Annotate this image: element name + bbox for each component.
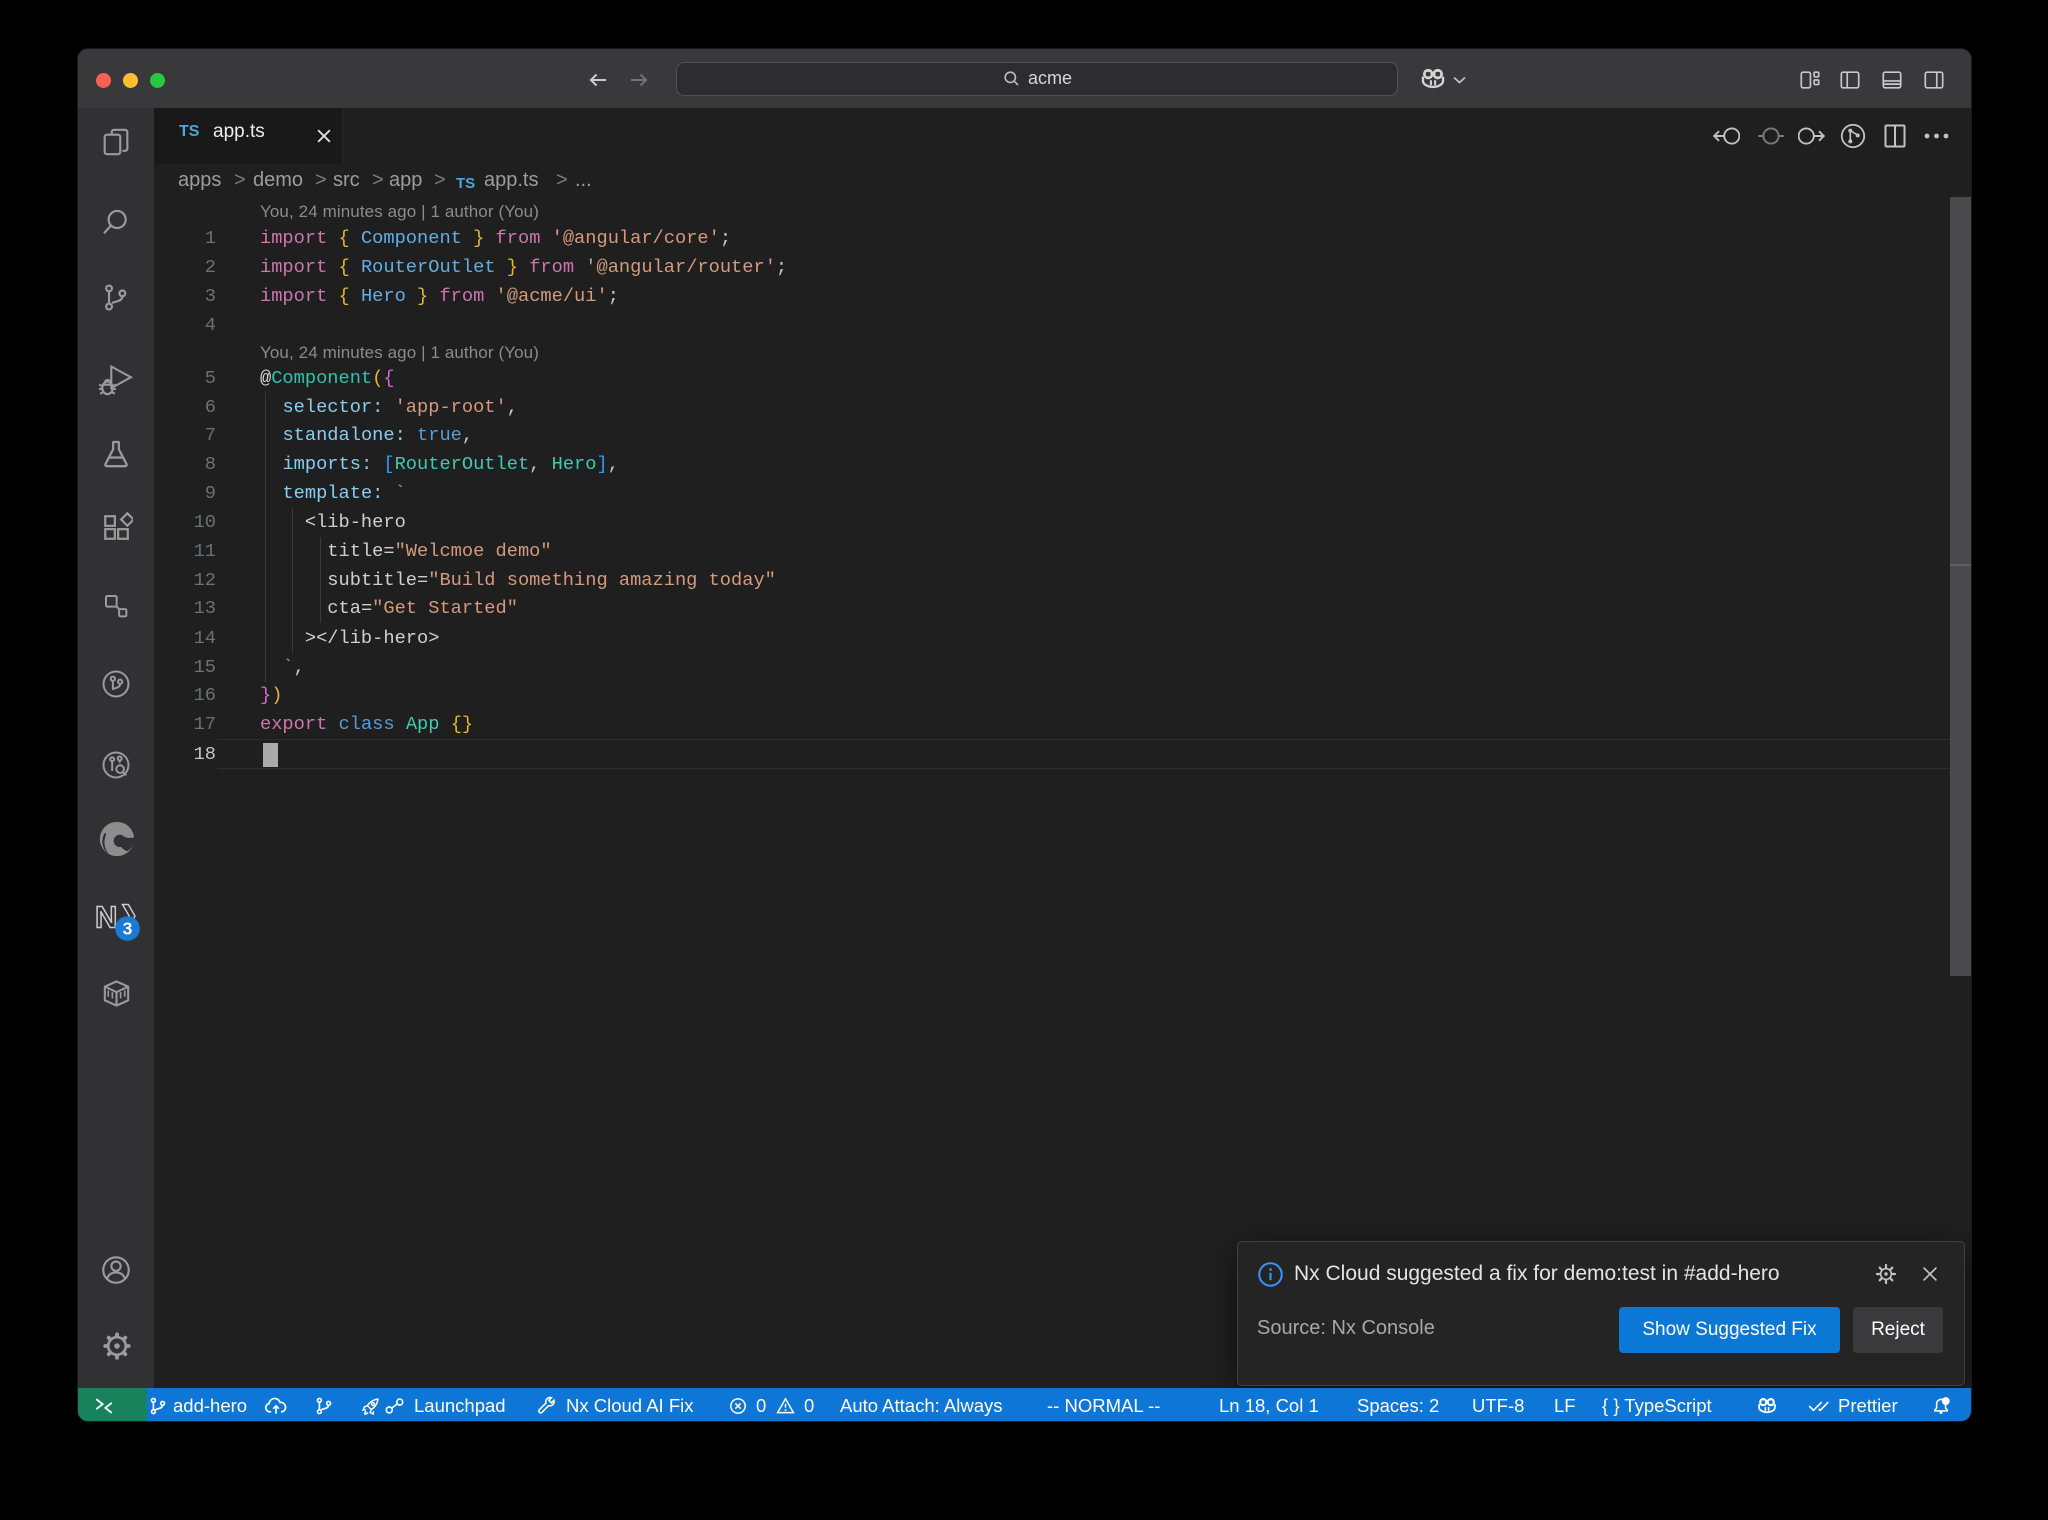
- svg-text:3: 3: [123, 919, 133, 939]
- svg-text:N: N: [95, 902, 117, 935]
